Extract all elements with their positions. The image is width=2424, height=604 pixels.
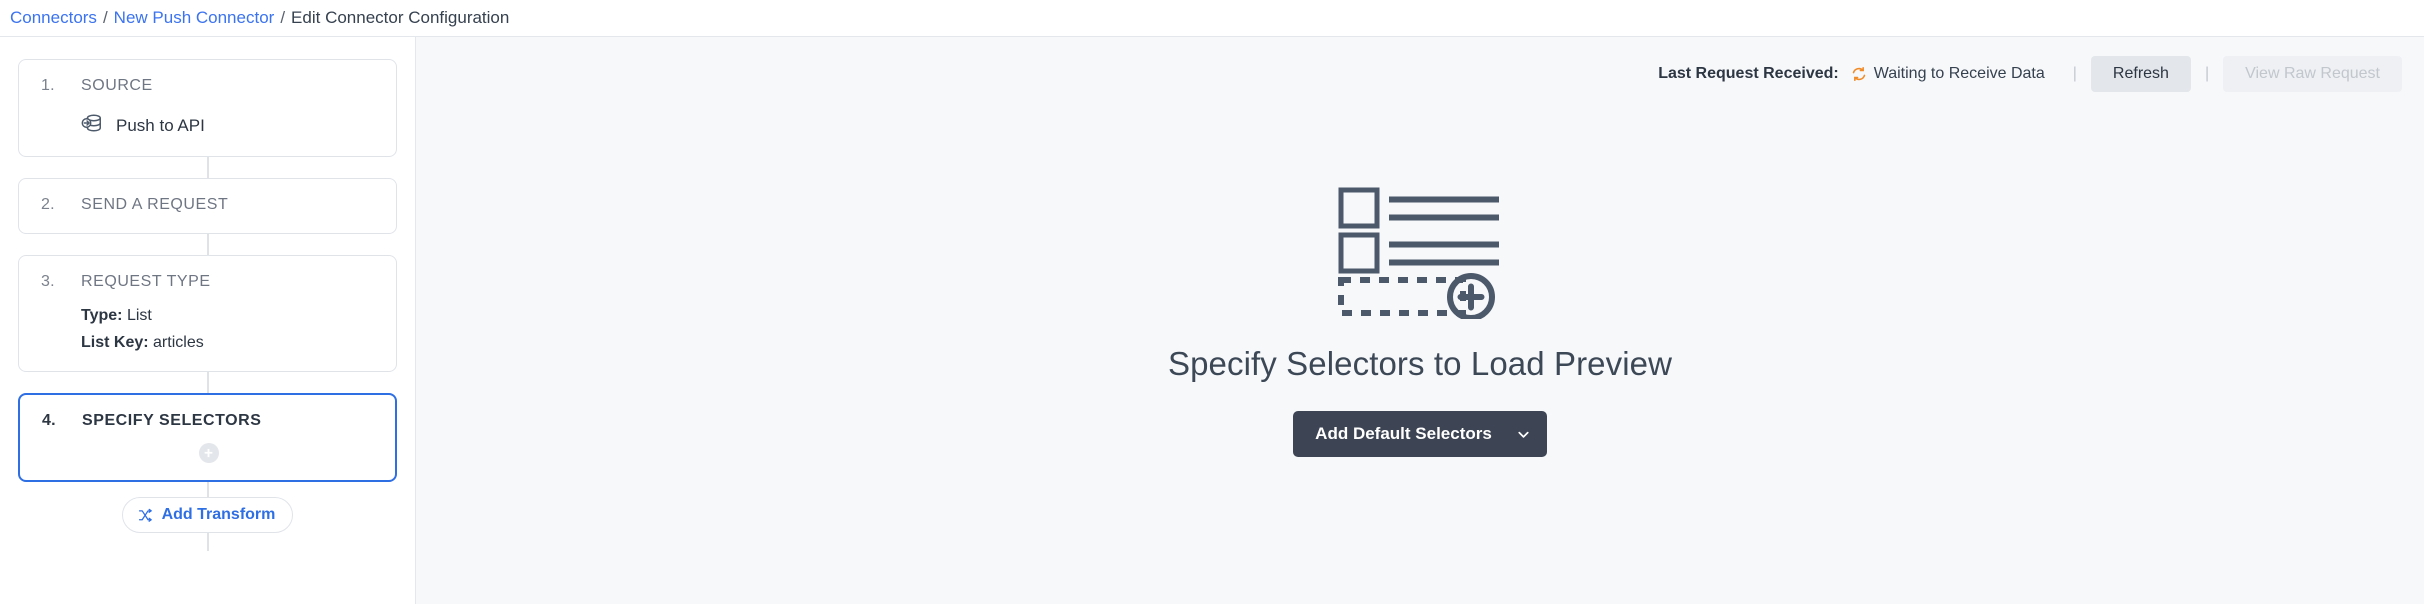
breadcrumb-separator: / (102, 8, 108, 27)
step-card-request-type[interactable]: 3. REQUEST TYPE Type: List List Key: art… (18, 255, 397, 372)
breadcrumb-current-page: Edit Connector Configuration (291, 8, 510, 27)
preview-panel: Last Request Received: Waiting to Receiv… (415, 37, 2424, 604)
request-status: Waiting to Receive Data (1851, 65, 2045, 83)
field-list-key-value: articles (153, 334, 204, 351)
breadcrumb: Connectors / New Push Connector / Edit C… (0, 0, 2424, 37)
step-title: SEND A REQUEST (81, 196, 229, 213)
step-number: 2. (41, 196, 55, 213)
step-number: 1. (41, 77, 55, 94)
step-header: 1. SOURCE (41, 77, 376, 95)
add-default-selectors-button[interactable]: Add Default Selectors (1293, 411, 1547, 457)
add-transform-button[interactable]: Add Transform (121, 497, 294, 533)
toolbar-separator: | (2204, 65, 2210, 82)
plus-icon (203, 448, 214, 459)
empty-state: Specify Selectors to Load Preview Add De… (416, 187, 2424, 457)
step-card-specify-selectors[interactable]: 4. SPECIFY SELECTORS (18, 393, 397, 482)
database-push-icon (81, 112, 103, 139)
toolbar-separator: | (2072, 65, 2077, 82)
view-raw-request-button[interactable]: View Raw Request (2223, 56, 2402, 92)
add-transform-row: Add Transform (18, 497, 397, 533)
breadcrumb-link-connectors[interactable]: Connectors (10, 8, 97, 28)
add-transform-label: Add Transform (161, 506, 276, 523)
source-label: Push to API (116, 115, 205, 135)
step-body: Type: List List Key: articles (41, 291, 376, 354)
last-request-received-label: Last Request Received: (1658, 65, 1839, 82)
step-header: 4. SPECIFY SELECTORS (42, 412, 375, 430)
source-row: Push to API (81, 104, 376, 139)
preview-toolbar: Last Request Received: Waiting to Receiv… (1658, 56, 2402, 92)
list-selectors-illustration (1337, 187, 1503, 319)
add-selector-button[interactable] (198, 443, 219, 463)
chevron-down-icon[interactable] (1510, 411, 1547, 457)
field-type-value: List (126, 307, 152, 324)
refresh-button[interactable]: Refresh (2090, 56, 2191, 92)
request-status-text: Waiting to Receive Data (1873, 65, 2045, 82)
field-list-key-key: List Key: (81, 334, 149, 351)
field-list-key: List Key: articles (81, 331, 376, 354)
step-header: 2. SEND A REQUEST (41, 196, 376, 214)
steps-panel: 1. SOURCE Push to API 2. SEND A REQUEST … (0, 37, 415, 604)
field-type: Type: List (81, 304, 376, 327)
step-card-send-a-request[interactable]: 2. SEND A REQUEST (18, 178, 397, 234)
step-number: 4. (42, 412, 56, 429)
step-title: SOURCE (81, 77, 153, 94)
steps-stack: 1. SOURCE Push to API 2. SEND A REQUEST … (18, 59, 397, 551)
step-number: 3. (41, 273, 55, 290)
add-default-selectors-label: Add Default Selectors (1315, 424, 1492, 443)
step-title: SPECIFY SELECTORS (82, 412, 262, 429)
empty-state-title: Specify Selectors to Load Preview (1167, 345, 1673, 382)
step-body: Push to API (41, 95, 376, 139)
step-card-source[interactable]: 1. SOURCE Push to API (18, 59, 397, 157)
field-type-key: Type: (81, 307, 123, 324)
step-header: 3. REQUEST TYPE (41, 273, 376, 291)
page-body: 1. SOURCE Push to API 2. SEND A REQUEST … (0, 37, 2424, 604)
breadcrumb-separator: / (280, 8, 286, 27)
transform-shuffle-icon (137, 507, 154, 524)
sync-spinner-icon (1851, 66, 1867, 82)
breadcrumb-link-new-push-connector[interactable]: New Push Connector (114, 8, 275, 28)
step-title: REQUEST TYPE (81, 273, 211, 290)
